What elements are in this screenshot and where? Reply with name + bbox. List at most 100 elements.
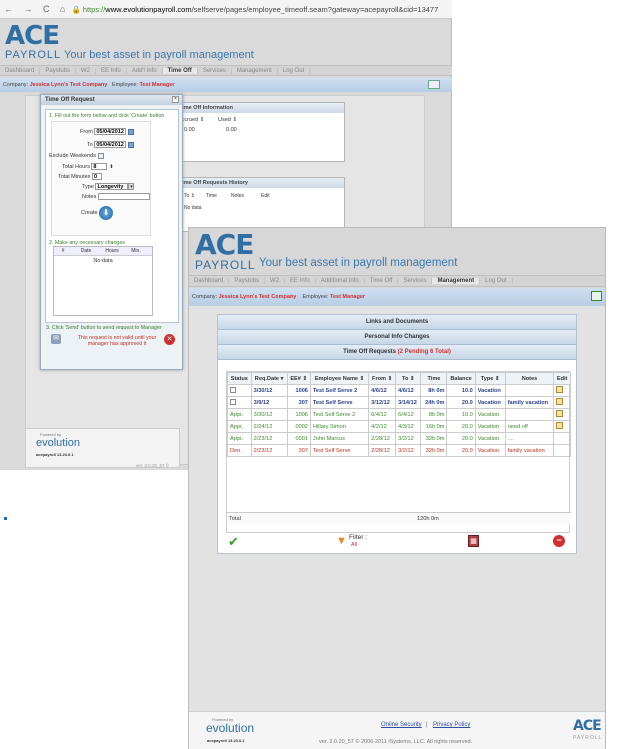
to-header[interactable]: To ⇕ <box>184 193 195 199</box>
col-header: Status <box>227 372 252 385</box>
payroll-logo: PAYROLL <box>5 49 62 61</box>
time-off-requests-header[interactable]: Time Off Requests (2 Pending 6 Total) <box>218 345 576 360</box>
cell-to: 3/2/12 <box>395 432 422 445</box>
time-off-request-dialog: Time Off Request × 1. Fill out the form … <box>40 94 183 370</box>
dialog-title: Time Off Request × <box>41 95 182 105</box>
online-security-link[interactable]: Online Security <box>381 722 422 728</box>
back-footer: Powered by evolution acepayroll 13.23.0.… <box>25 428 180 468</box>
switch-icon[interactable] <box>428 80 440 89</box>
select-checkbox[interactable] <box>230 386 236 393</box>
edit-icon[interactable] <box>556 386 564 393</box>
notes-input[interactable] <box>97 193 150 200</box>
payroll-logo: PAYROLL <box>195 258 256 272</box>
personal-info-header[interactable]: Personal Info Changes <box>218 330 576 345</box>
cell-bal: 20.0 <box>446 432 476 445</box>
menu-item-w2[interactable]: W2 <box>265 278 286 284</box>
menu-item-services[interactable]: Services <box>198 67 232 74</box>
chevron-down-icon[interactable]: ▾ <box>128 183 135 190</box>
col-header[interactable]: From ⇕ <box>368 372 397 385</box>
cell-from: 2/28/12 <box>368 432 397 445</box>
col-header: Edit <box>553 372 571 385</box>
approve-icon[interactable]: ✔ <box>228 535 241 548</box>
total-row: Total 120h 0m <box>227 512 571 524</box>
menu-item-log-out[interactable]: Log Out <box>278 67 311 74</box>
main-menu: Dashboard Paystubs W2 EE Info Additional Inf… <box>189 275 605 287</box>
cell-req: 3/30/12 <box>250 384 288 397</box>
calendar-icon[interactable] <box>127 141 134 148</box>
menu-item-add-l-info[interactable]: Add'l Info <box>127 67 163 74</box>
menu-item-time-off[interactable]: Time Off <box>162 67 198 74</box>
cell-ee: 0001 <box>286 432 311 445</box>
col-header: Balance <box>446 372 476 385</box>
filter-icon[interactable]: ▼ <box>336 535 348 547</box>
cell-time: 32h 0m <box>420 444 448 457</box>
col-header[interactable]: To ⇕ <box>395 372 422 385</box>
menu-item-w2[interactable]: W2 <box>76 67 97 74</box>
empty-message: No data <box>184 205 202 211</box>
links-documents-header[interactable]: Links and Documents <box>218 315 576 330</box>
cell-status: Den. <box>227 444 252 457</box>
edit-icon[interactable] <box>556 410 564 417</box>
col-header[interactable]: Employee Name ⇕ <box>309 372 370 385</box>
menu-item-additional-info[interactable]: Additional Info <box>316 278 365 284</box>
from-date-input[interactable]: 05/04/2012 <box>94 128 126 135</box>
calendar-icon[interactable]: ▦ <box>468 535 479 547</box>
menu-item-dashboard[interactable]: Dashboard <box>189 278 230 284</box>
col-header[interactable]: Type ⇕ <box>474 372 506 385</box>
send-icon[interactable]: ✉ <box>51 334 61 344</box>
address-bar[interactable]: ← → C ⌂ 🔒 https://www.evolutionpayroll.c… <box>0 0 452 19</box>
cell-type: Vacation <box>474 384 506 397</box>
menu-item-time-off[interactable]: Time Off <box>365 278 399 284</box>
tagline: Your best asset in payroll management <box>259 257 458 269</box>
col-header[interactable]: Req.Date ▾ <box>250 372 288 385</box>
cell-notes: need off <box>504 420 555 433</box>
cell-time: 8h 0m <box>420 408 448 421</box>
menu-item-management[interactable]: Management <box>232 67 278 74</box>
switch-icon[interactable] <box>591 291 602 301</box>
total-hours-input[interactable]: 8 <box>91 163 108 170</box>
close-icon[interactable]: × <box>172 96 179 103</box>
warning-text: This request is not valid until your man… <box>77 335 157 347</box>
type-select[interactable]: Longevity <box>95 183 129 190</box>
filter-value[interactable]: All <box>351 542 357 548</box>
select-checkbox[interactable] <box>230 398 236 405</box>
menu-item-log-out[interactable]: Log Out <box>480 278 513 284</box>
url-domain: www.evolutionpayroll.com <box>105 4 192 14</box>
menu-item-ee-info[interactable]: EE Info <box>285 278 316 284</box>
company-label: Company: <box>3 82 29 88</box>
col-header[interactable]: EE# ⇕ <box>286 372 311 385</box>
cancel-icon[interactable]: ✕ <box>164 334 175 345</box>
cell-name: Test Self Serve 2 <box>309 384 370 397</box>
menu-item-dashboard[interactable]: Dashboard <box>0 67 41 74</box>
cell-bal: 10.0 <box>446 384 476 397</box>
cell-from: 3/12/12 <box>368 396 397 409</box>
ace-logo: ACE <box>5 21 60 51</box>
menu-item-paystubs[interactable]: Paystubs <box>40 67 77 74</box>
edit-icon[interactable] <box>556 422 564 429</box>
to-date-input[interactable]: 05/04/2012 <box>94 141 126 148</box>
menu-item-services[interactable]: Services <box>398 278 433 284</box>
menu-item-paystubs[interactable]: Paystubs <box>229 278 266 284</box>
deny-icon[interactable]: − <box>553 535 565 547</box>
used-header[interactable]: Used ⇕ <box>218 117 237 123</box>
cell-status <box>227 396 252 409</box>
menu-item-management[interactable]: Management <box>432 278 481 284</box>
browser-nav-icons[interactable]: ← → C ⌂ <box>4 4 69 14</box>
cell-notes: .... <box>504 432 555 445</box>
exclude-weekends-checkbox[interactable] <box>97 153 104 159</box>
footer-separator: | <box>426 722 428 728</box>
menu-item-ee-info[interactable]: EE Info <box>96 67 127 74</box>
copyright-text: ver. 2.0.20_57 © 2006-2011 iSystems, LLC… <box>319 739 473 745</box>
calendar-icon[interactable] <box>127 128 134 135</box>
cell-type: Vacation <box>474 432 506 445</box>
privacy-policy-link[interactable]: Privacy Policy <box>433 722 470 728</box>
cell-type: Vacation <box>474 420 506 433</box>
edit-icon[interactable] <box>556 398 564 405</box>
spinner-icon[interactable]: ⬍ <box>109 164 113 170</box>
pending-count: (2 Pending 6 Total) <box>397 349 451 355</box>
grid-empty: No data <box>93 258 113 264</box>
cell-req: 2/23/12 <box>250 432 288 445</box>
create-button-icon[interactable]: ⬇ <box>99 206 114 220</box>
total-minutes-input[interactable]: 0 <box>91 173 102 180</box>
cell-ee: 0002 <box>286 420 311 433</box>
